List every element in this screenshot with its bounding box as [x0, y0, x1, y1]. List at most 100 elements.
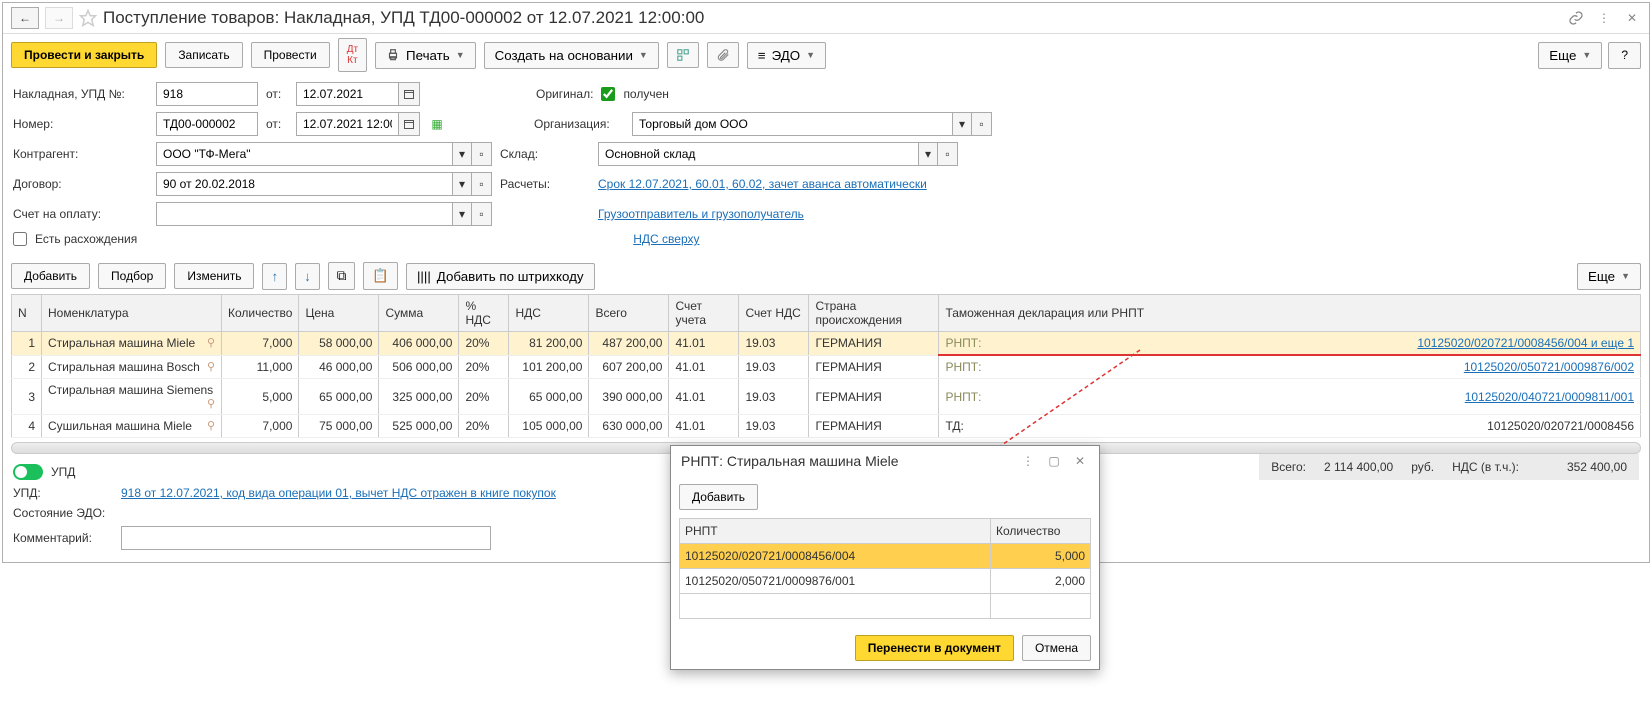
maximize-icon[interactable]: ▢: [1045, 452, 1063, 470]
edo-button[interactable]: ≡ ЭДО ▼: [747, 42, 826, 69]
calendar-icon[interactable]: [398, 82, 420, 106]
decl-link[interactable]: 10125020/020721/0008456/004 и еще 1: [1417, 336, 1634, 350]
open-ref-icon[interactable]: ▫: [472, 202, 492, 226]
dropdown-icon[interactable]: ▾: [452, 202, 472, 226]
calc-link[interactable]: Срок 12.07.2021, 60.01, 60.02, зачет ава…: [598, 177, 927, 191]
chevron-down-icon: ▼: [456, 50, 465, 60]
write-button[interactable]: Записать: [165, 42, 242, 68]
post-button[interactable]: Провести: [251, 42, 330, 68]
comment-input[interactable]: [121, 526, 491, 550]
contract-input[interactable]: [156, 172, 452, 196]
close-window-icon[interactable]: ✕: [1623, 9, 1641, 27]
col-qty[interactable]: Количество: [222, 295, 299, 332]
post-and-close-button[interactable]: Провести и закрыть: [11, 42, 157, 68]
popup-row-empty[interactable]: [680, 594, 1091, 619]
barcode-button[interactable]: |||| Добавить по штрихкоду: [406, 263, 595, 290]
datetime-input[interactable]: [296, 112, 398, 136]
magnifier-icon[interactable]: ⚲: [207, 397, 215, 410]
table-row[interactable]: 4Сушильная машина Miele ⚲7,00075 000,005…: [12, 415, 1641, 438]
attachment-button[interactable]: [707, 42, 739, 68]
paste-button[interactable]: 📋: [363, 262, 398, 290]
copy-button[interactable]: ⧉: [328, 262, 356, 290]
table-row[interactable]: 3Стиральная машина Siemens ⚲5,00065 000,…: [12, 379, 1641, 415]
org-input[interactable]: [632, 112, 952, 136]
col-vat-pct[interactable]: % НДС: [459, 295, 509, 332]
magnifier-icon[interactable]: ⚲: [207, 419, 215, 432]
invoice-no-input[interactable]: [156, 82, 258, 106]
dropdown-icon[interactable]: ▾: [918, 142, 938, 166]
col-vat[interactable]: НДС: [509, 295, 589, 332]
popup-row[interactable]: 10125020/020721/0008456/0045,000: [680, 544, 1091, 569]
move-up-button[interactable]: ↑: [262, 263, 287, 290]
table-row[interactable]: 2Стиральная машина Bosch ⚲11,00046 000,0…: [12, 355, 1641, 379]
cancel-button[interactable]: Отмена: [1022, 635, 1091, 661]
more-vertical-icon[interactable]: ⋮: [1019, 452, 1037, 470]
table-row[interactable]: 1Стиральная машина Miele ⚲7,00058 000,00…: [12, 332, 1641, 356]
invoice-date-input[interactable]: [296, 82, 398, 106]
number-input[interactable]: [156, 112, 258, 136]
col-vat-acc[interactable]: Счет НДС: [739, 295, 809, 332]
favorite-star-icon[interactable]: [79, 9, 97, 27]
magnifier-icon[interactable]: ⚲: [207, 360, 215, 373]
contragent-input[interactable]: [156, 142, 452, 166]
col-sum[interactable]: Сумма: [379, 295, 459, 332]
popup-add-button[interactable]: Добавить: [679, 484, 758, 510]
edit-row-button[interactable]: Изменить: [174, 263, 254, 289]
rnpt-table: РНПТ Количество 10125020/020721/0008456/…: [679, 518, 1091, 619]
move-down-button[interactable]: ↓: [295, 263, 320, 290]
transactions-button[interactable]: ДтКт: [338, 38, 367, 72]
discrepancy-checkbox[interactable]: [13, 232, 27, 246]
add-row-button[interactable]: Добавить: [11, 263, 90, 289]
col-nomen[interactable]: Номенклатура: [42, 295, 222, 332]
arrow-up-icon: ↑: [271, 269, 278, 284]
col-price[interactable]: Цена: [299, 295, 379, 332]
popup-row[interactable]: 10125020/050721/0009876/0012,000: [680, 569, 1091, 594]
currency-label: руб.: [1411, 460, 1434, 474]
help-button[interactable]: ?: [1608, 42, 1641, 69]
items-table: N Номенклатура Количество Цена Сумма % Н…: [11, 294, 1641, 438]
pick-button[interactable]: Подбор: [98, 263, 166, 289]
dropdown-icon[interactable]: ▾: [952, 112, 972, 136]
totals-amount: 2 114 400,00: [1324, 460, 1393, 474]
transfer-button[interactable]: Перенести в документ: [855, 635, 1014, 661]
new-doc-icon[interactable]: ▦: [428, 115, 446, 133]
col-acc[interactable]: Счет учета: [669, 295, 739, 332]
warehouse-input[interactable]: [598, 142, 918, 166]
invoice-pay-input[interactable]: [156, 202, 452, 226]
magnifier-icon[interactable]: ⚲: [207, 336, 215, 349]
open-ref-icon[interactable]: ▫: [972, 112, 992, 136]
nav-forward-button[interactable]: →: [45, 7, 73, 29]
popup-col-qty[interactable]: Количество: [991, 519, 1091, 544]
open-ref-icon[interactable]: ▫: [472, 172, 492, 196]
vat-link[interactable]: НДС сверху: [633, 232, 699, 246]
print-button[interactable]: Печать ▼: [375, 42, 476, 69]
dropdown-icon[interactable]: ▾: [452, 142, 472, 166]
cargo-link[interactable]: Грузоотправитель и грузополучатель: [598, 207, 804, 221]
more-button[interactable]: Еще ▼: [1538, 42, 1602, 69]
decl-type-label: ТД:: [945, 419, 963, 433]
nav-back-button[interactable]: ←: [11, 7, 39, 29]
link-icon[interactable]: [1567, 9, 1585, 27]
paste-icon: 📋: [372, 268, 389, 284]
col-total[interactable]: Всего: [589, 295, 669, 332]
close-icon[interactable]: ✕: [1071, 452, 1089, 470]
vat-incl-label: НДС (в т.ч.):: [1452, 460, 1519, 474]
totals-label: Всего:: [1271, 460, 1306, 474]
popup-col-rnpt[interactable]: РНПТ: [680, 519, 991, 544]
col-n[interactable]: N: [12, 295, 42, 332]
upd-link[interactable]: 918 от 12.07.2021, код вида операции 01,…: [121, 486, 556, 500]
col-country[interactable]: Страна происхождения: [809, 295, 939, 332]
open-ref-icon[interactable]: ▫: [938, 142, 958, 166]
col-decl[interactable]: Таможенная декларация или РНПТ: [939, 295, 1641, 332]
decl-link[interactable]: 10125020/050721/0009876/002: [1464, 360, 1634, 374]
upd-toggle[interactable]: [13, 464, 43, 480]
decl-link[interactable]: 10125020/040721/0009811/001: [1465, 390, 1634, 404]
more-vertical-icon[interactable]: ⋮: [1595, 9, 1613, 27]
calendar-icon[interactable]: [398, 112, 420, 136]
open-ref-icon[interactable]: ▫: [472, 142, 492, 166]
table-more-button[interactable]: Еще ▼: [1577, 263, 1641, 290]
related-docs-button[interactable]: [667, 42, 699, 68]
received-checkbox[interactable]: [601, 87, 615, 101]
dropdown-icon[interactable]: ▾: [452, 172, 472, 196]
create-based-button[interactable]: Создать на основании ▼: [484, 42, 659, 69]
